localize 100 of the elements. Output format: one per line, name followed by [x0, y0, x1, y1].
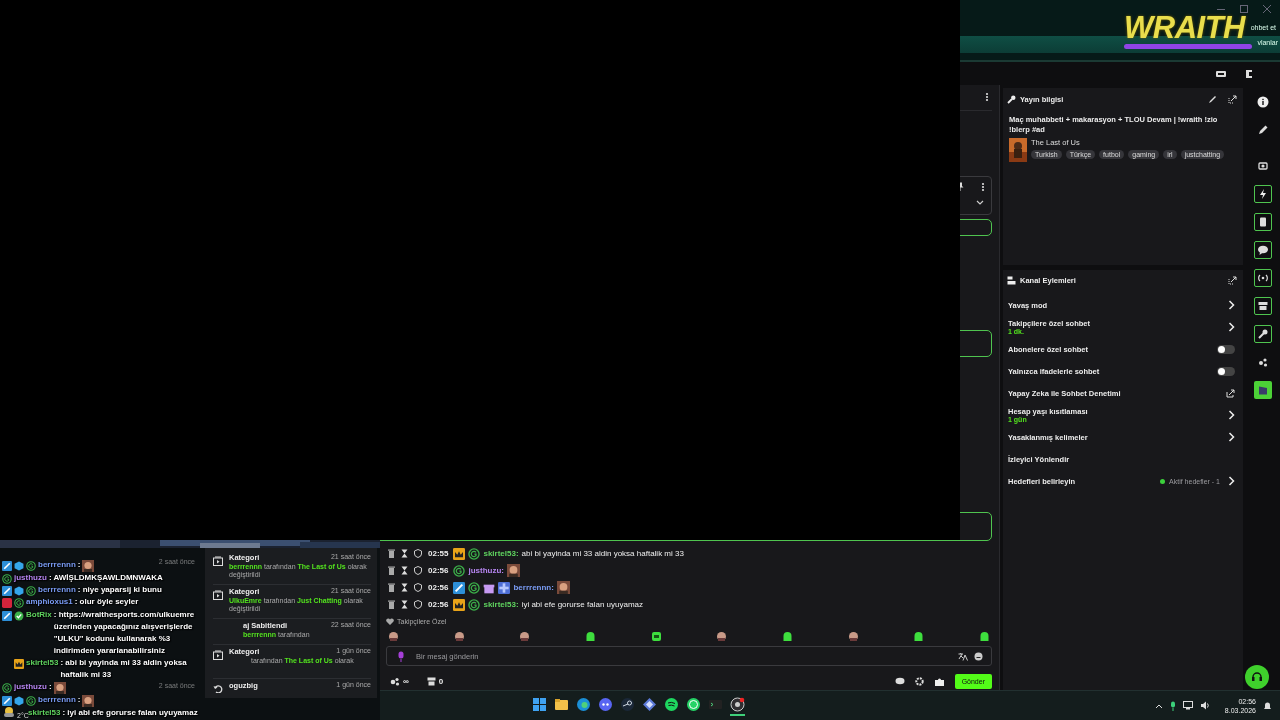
rail-button[interactable] — [1253, 269, 1272, 287]
emote-icon[interactable] — [913, 630, 925, 642]
message-text: : — [77, 694, 81, 706]
emote-icon[interactable] — [847, 630, 859, 642]
toggle-switch[interactable] — [1217, 366, 1235, 376]
crown-badge-icon — [453, 547, 466, 560]
recorder-icon — [730, 697, 745, 712]
chevron-down-icon[interactable] — [976, 199, 984, 206]
translate-icon[interactable] — [958, 651, 968, 661]
video-icon — [213, 650, 223, 660]
username[interactable]: justhuzu: — [468, 566, 504, 575]
info-icon — [1256, 96, 1269, 108]
message-text: : iyi abi efe gorurse falan uyuyamaz — [62, 707, 198, 719]
status-dot-icon — [1160, 478, 1166, 484]
dots-icon — [1256, 356, 1269, 368]
gem-icon — [642, 697, 657, 712]
weather-icon — [2, 705, 16, 719]
g-badge-icon — [2, 683, 12, 693]
points-button[interactable]: ∞ — [390, 677, 409, 686]
delete-icon[interactable] — [388, 549, 395, 558]
support-button[interactable] — [1244, 665, 1269, 689]
emote-icon[interactable] — [453, 630, 465, 642]
cube-badge-icon — [14, 561, 24, 571]
rail-button[interactable] — [1253, 381, 1272, 399]
maximize-icon[interactable] — [1239, 4, 1249, 14]
timestamp: 02:56 — [428, 583, 449, 592]
popout-icon[interactable] — [1228, 275, 1237, 285]
chevron-right-icon[interactable] — [1228, 432, 1235, 442]
settings-icon[interactable] — [914, 677, 924, 686]
sword-badge-icon — [2, 561, 12, 571]
username: berrrennn — [38, 694, 76, 706]
timestamp: 02:55 — [428, 549, 449, 558]
emote-icon[interactable] — [781, 630, 793, 642]
emote-icon[interactable] — [519, 630, 531, 642]
sword-badge-icon — [2, 611, 12, 621]
store-icon — [426, 677, 436, 686]
g-badge-icon — [26, 696, 36, 706]
g-badge-icon — [26, 561, 36, 571]
chevron-right-icon[interactable] — [1228, 410, 1235, 420]
username: berrrennn — [38, 559, 76, 571]
sword-badge-icon — [2, 696, 12, 706]
windows-icon — [532, 697, 547, 712]
external-icon[interactable] — [1226, 388, 1235, 398]
speaker-icon[interactable] — [1199, 701, 1210, 710]
g-badge-icon — [468, 547, 481, 560]
message-text: : niye yaparsij ki bunu — [77, 584, 162, 596]
taskbar-app[interactable] — [730, 695, 745, 716]
heart-icon — [386, 617, 394, 625]
sword-badge-icon — [2, 586, 12, 596]
message-text: : https://wraithesports.com/ulkuemre üzerinden yapacağınız alışverişlerde "ULKU" kodunu kullanarak %3 indirimden yararlanabilirsiniz — [53, 609, 196, 657]
chevron-right-icon[interactable] — [1228, 322, 1235, 332]
chevron-right-icon[interactable] — [1228, 476, 1235, 486]
emote-icon[interactable] — [388, 630, 399, 642]
g-badge-icon — [26, 586, 36, 596]
username[interactable]: berrrennn: — [513, 583, 554, 592]
network-icon[interactable] — [1182, 701, 1193, 710]
rail-button[interactable] — [1253, 185, 1272, 203]
g-badge-icon — [453, 564, 466, 577]
store-icon — [1256, 300, 1269, 312]
username[interactable]: skirtel53: — [483, 600, 519, 609]
channel-logo: WRAITH — [1124, 10, 1245, 46]
rail-button[interactable] — [1253, 297, 1272, 315]
message-text: : abi bi yayinda mi 33 aldin yoksa haftalik mi 33 — [60, 657, 188, 681]
more-icon[interactable] — [981, 181, 985, 192]
username: BotRix — [26, 609, 52, 621]
more-icon[interactable] — [985, 92, 989, 103]
username[interactable]: skirtel53: — [483, 549, 519, 558]
bits-button[interactable]: 0 — [426, 677, 444, 686]
points-icon — [390, 677, 400, 686]
message-text: : — [77, 559, 81, 571]
username: berrrennn — [38, 584, 76, 596]
rail-button[interactable] — [1253, 213, 1272, 231]
g-badge-icon — [468, 598, 481, 611]
pencil-icon[interactable] — [1208, 94, 1217, 104]
delete-icon[interactable] — [388, 566, 395, 575]
channel-icon[interactable] — [1243, 67, 1255, 80]
emote-icon[interactable] — [716, 630, 728, 642]
delete-icon[interactable] — [388, 600, 395, 609]
camera-icon — [1256, 160, 1269, 172]
close-icon[interactable] — [1262, 4, 1272, 14]
rail-button[interactable] — [1253, 325, 1272, 343]
chat-bubble-icon[interactable] — [894, 677, 905, 686]
emote-icon[interactable] — [650, 630, 662, 642]
chevron-up-icon[interactable] — [1154, 702, 1163, 709]
toggle-switch[interactable] — [1217, 344, 1235, 354]
chevron-right-icon[interactable] — [1228, 300, 1235, 310]
emote-icon[interactable] — [978, 630, 990, 642]
microphone-icon[interactable] — [397, 650, 405, 662]
emoji-icon[interactable] — [974, 651, 983, 661]
video-icon — [213, 556, 223, 566]
emote-icon[interactable] — [584, 630, 596, 642]
notification-icon[interactable] — [1263, 700, 1272, 711]
timestamp: 02:56 — [428, 566, 449, 575]
broadcast-icon — [1256, 272, 1269, 284]
cross-badge-icon — [498, 581, 511, 594]
popout-icon[interactable] — [1228, 94, 1237, 104]
chat-bubble-icon — [1256, 244, 1269, 256]
delete-icon[interactable] — [388, 583, 395, 592]
rail-button[interactable] — [1253, 241, 1272, 259]
microphone-icon[interactable] — [1169, 700, 1176, 711]
